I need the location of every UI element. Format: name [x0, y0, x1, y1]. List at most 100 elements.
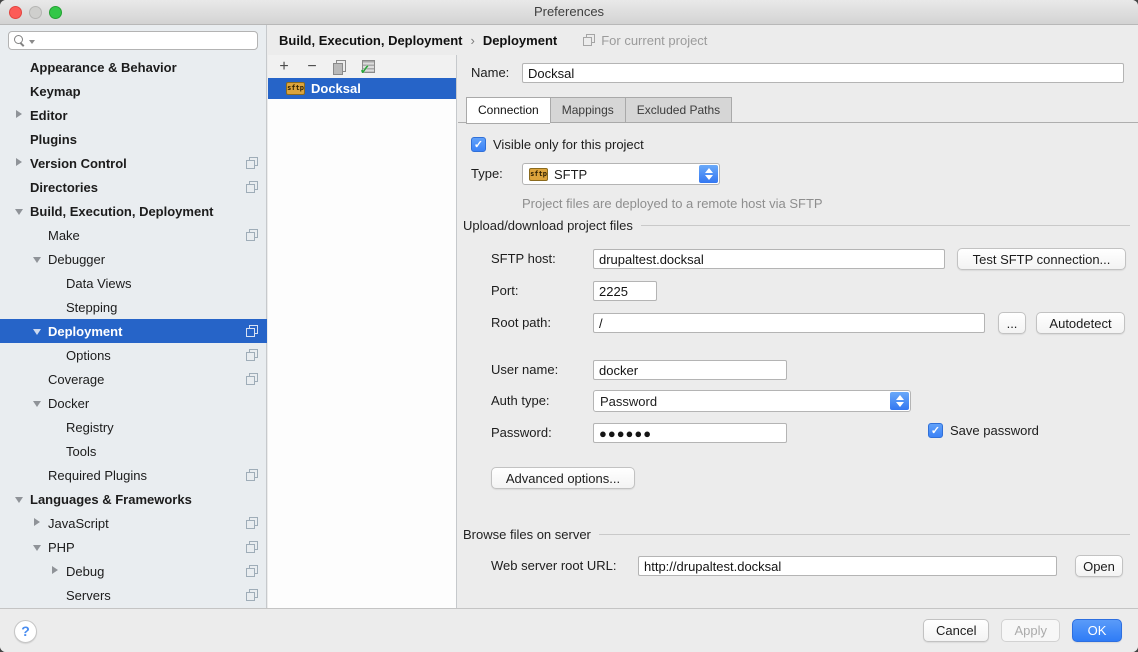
chevron-spacer	[30, 374, 48, 384]
chevron-right-icon[interactable]	[30, 518, 48, 528]
chevron-right-icon[interactable]	[12, 110, 30, 120]
port-input[interactable]	[593, 281, 657, 301]
upload-section-header: Upload/download project files	[463, 218, 1130, 233]
open-url-button[interactable]: Open	[1075, 555, 1123, 577]
server-list-item-docksal[interactable]: sftp Docksal	[268, 78, 456, 99]
dropdown-stepper-icon[interactable]	[890, 392, 909, 410]
tab-mappings[interactable]: Mappings	[550, 97, 625, 123]
sidebar-item-appearance-behavior[interactable]: Appearance & Behavior	[0, 55, 267, 79]
chevron-right-icon[interactable]	[12, 158, 30, 168]
sidebar-item-required-plugins[interactable]: Required Plugins	[0, 463, 267, 487]
visible-only-checkbox[interactable]: ✓	[471, 137, 486, 152]
chevron-spacer	[48, 422, 66, 432]
chevron-spacer	[12, 182, 30, 192]
advanced-options-button[interactable]: Advanced options...	[491, 467, 635, 489]
sidebar-item-coverage[interactable]: Coverage	[0, 367, 267, 391]
sidebar-item-build-execution-deployment[interactable]: Build, Execution, Deployment	[0, 199, 267, 223]
breadcrumb-parent[interactable]: Build, Execution, Deployment	[279, 33, 462, 48]
help-button[interactable]: ?	[14, 620, 37, 643]
sidebar-item-debug[interactable]: Debug	[0, 559, 267, 583]
chevron-down-icon[interactable]	[12, 494, 30, 504]
web-root-input[interactable]	[638, 556, 1057, 576]
sftp-host-input[interactable]	[593, 249, 945, 269]
tab-excluded-paths[interactable]: Excluded Paths	[625, 97, 732, 123]
sidebar-item-options[interactable]: Options	[0, 343, 267, 367]
for-current-project-label: For current project	[601, 33, 707, 48]
sidebar-item-directories[interactable]: Directories	[0, 175, 267, 199]
sidebar-item-data-views[interactable]: Data Views	[0, 271, 267, 295]
chevron-down-icon[interactable]	[30, 542, 48, 552]
autodetect-button[interactable]: Autodetect	[1036, 312, 1125, 334]
tab-bar: ConnectionMappingsExcluded Paths	[466, 97, 732, 124]
tab-connection[interactable]: Connection	[466, 97, 550, 124]
settings-sidebar: Appearance & BehaviorKeymapEditorPlugins…	[0, 25, 267, 608]
per-project-icon	[246, 541, 258, 553]
chevron-spacer	[48, 446, 66, 456]
search-filter-caret-icon[interactable]	[29, 40, 35, 44]
auth-type-label: Auth type:	[491, 390, 550, 412]
auth-type-dropdown[interactable]: Password	[593, 390, 911, 412]
chevron-spacer	[48, 278, 66, 288]
ok-button[interactable]: OK	[1072, 619, 1122, 642]
chevron-down-icon[interactable]	[30, 398, 48, 408]
sidebar-item-editor[interactable]: Editor	[0, 103, 267, 127]
visible-only-checkbox-row[interactable]: ✓ Visible only for this project	[471, 137, 644, 152]
section-divider	[641, 225, 1130, 226]
chevron-down-icon[interactable]	[12, 206, 30, 216]
sidebar-item-label: Stepping	[66, 300, 117, 315]
sidebar-item-debugger[interactable]: Debugger	[0, 247, 267, 271]
sidebar-item-keymap[interactable]: Keymap	[0, 79, 267, 103]
sidebar-item-tools[interactable]: Tools	[0, 439, 267, 463]
browse-root-path-button[interactable]: ...	[998, 312, 1026, 334]
deployment-form: Name: ConnectionMappingsExcluded Paths ✓…	[458, 55, 1138, 608]
sidebar-item-javascript[interactable]: JavaScript	[0, 511, 267, 535]
user-name-label: User name:	[491, 359, 558, 381]
copy-server-button[interactable]	[332, 59, 348, 75]
per-project-icon	[246, 229, 258, 241]
sidebar-item-version-control[interactable]: Version Control	[0, 151, 267, 175]
chevron-spacer	[48, 590, 66, 600]
chevron-spacer	[30, 230, 48, 240]
server-list-panel: + − ✓ sftp Docksal	[268, 55, 457, 608]
server-list-toolbar: + − ✓	[268, 55, 456, 78]
add-server-button[interactable]: +	[276, 59, 292, 75]
chevron-spacer	[48, 350, 66, 360]
visible-only-label: Visible only for this project	[493, 137, 644, 152]
sidebar-item-deployment[interactable]: Deployment	[0, 319, 267, 343]
sidebar-item-label: Directories	[30, 180, 98, 195]
sidebar-item-stepping[interactable]: Stepping	[0, 295, 267, 319]
per-project-icon	[246, 349, 258, 361]
chevron-right-icon[interactable]	[48, 566, 66, 576]
chevron-down-icon[interactable]	[30, 326, 48, 336]
test-sftp-connection-button[interactable]: Test SFTP connection...	[957, 248, 1126, 270]
search-icon	[14, 35, 26, 47]
save-password-checkbox[interactable]: ✓	[928, 423, 943, 438]
sidebar-item-registry[interactable]: Registry	[0, 415, 267, 439]
apply-button[interactable]: Apply	[1001, 619, 1060, 642]
per-project-icon	[583, 34, 595, 46]
sidebar-item-make[interactable]: Make	[0, 223, 267, 247]
cancel-button[interactable]: Cancel	[923, 619, 989, 642]
chevron-spacer	[12, 62, 30, 72]
sidebar-item-languages-frameworks[interactable]: Languages & Frameworks	[0, 487, 267, 511]
sidebar-item-label: Make	[48, 228, 80, 243]
root-path-input[interactable]	[593, 313, 985, 333]
use-as-default-button[interactable]: ✓	[360, 59, 376, 75]
type-value: SFTP	[554, 167, 587, 182]
user-name-input[interactable]	[593, 360, 787, 380]
name-input[interactable]	[522, 63, 1124, 83]
sidebar-item-plugins[interactable]: Plugins	[0, 127, 267, 151]
sftp-host-label: SFTP host:	[491, 248, 556, 270]
type-dropdown[interactable]: sftp SFTP	[522, 163, 720, 185]
password-input[interactable]	[593, 423, 787, 443]
save-password-checkbox-row[interactable]: ✓ Save password	[928, 423, 1039, 438]
server-name-label: Docksal	[311, 81, 361, 96]
chevron-down-icon[interactable]	[30, 254, 48, 264]
sidebar-item-servers[interactable]: Servers	[0, 583, 267, 607]
dropdown-stepper-icon[interactable]	[699, 165, 718, 183]
remove-server-button[interactable]: −	[304, 59, 320, 75]
sidebar-item-docker[interactable]: Docker	[0, 391, 267, 415]
sidebar-item-php[interactable]: PHP	[0, 535, 267, 559]
search-input[interactable]	[8, 31, 258, 50]
sidebar-item-label: Registry	[66, 420, 114, 435]
